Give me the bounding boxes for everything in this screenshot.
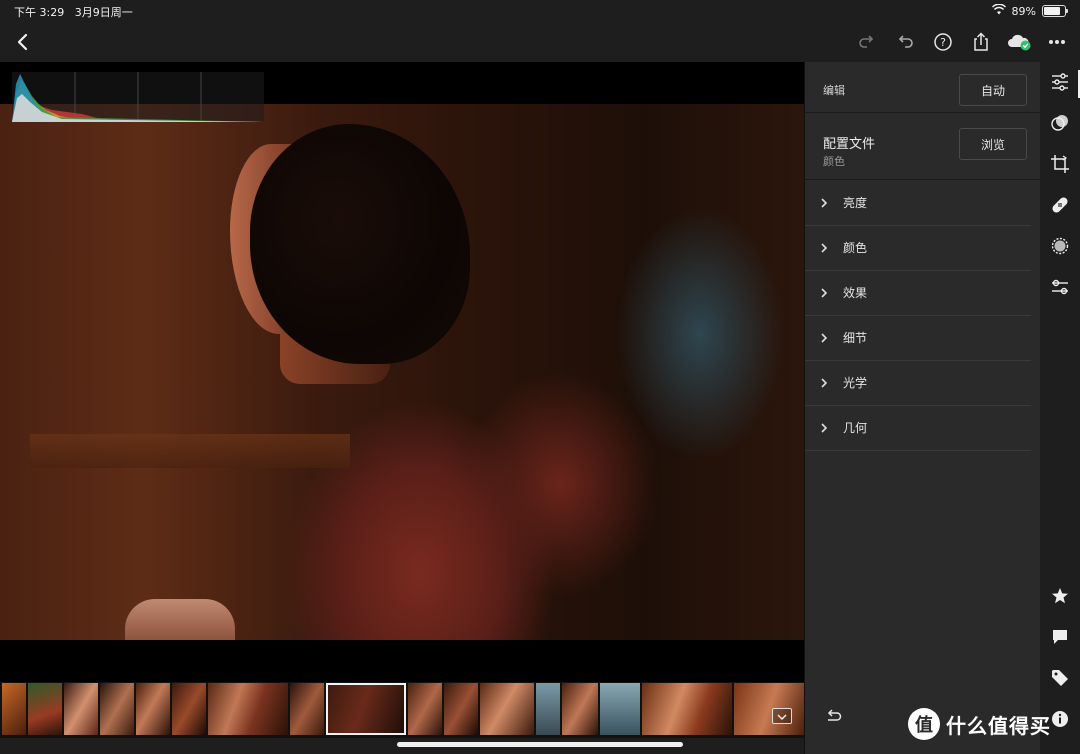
profile-value: 颜色 bbox=[823, 155, 845, 168]
comment-button[interactable] bbox=[1048, 625, 1072, 649]
filmstrip-thumb[interactable] bbox=[2, 683, 26, 735]
profile-title: 配置文件 bbox=[823, 137, 876, 152]
chevron-right-icon bbox=[805, 287, 843, 299]
toolbar-actions: ? bbox=[852, 28, 1072, 56]
help-icon: ? bbox=[934, 33, 952, 51]
histogram bbox=[12, 72, 264, 122]
selective-button[interactable] bbox=[1048, 234, 1072, 258]
back-button[interactable] bbox=[10, 30, 34, 54]
photo-viewer[interactable] bbox=[0, 62, 804, 682]
star-icon bbox=[1052, 588, 1068, 604]
chevron-left-icon bbox=[17, 33, 28, 51]
home-indicator[interactable] bbox=[397, 742, 683, 747]
section-label: 效果 bbox=[843, 286, 868, 300]
cloud-sync-button[interactable] bbox=[1004, 28, 1034, 56]
status-right: 89% bbox=[991, 3, 1068, 18]
section-label: 亮度 bbox=[843, 196, 868, 210]
section-light[interactable]: 亮度 bbox=[805, 180, 1031, 226]
more-icon bbox=[1049, 40, 1065, 44]
filmstrip-thumb[interactable] bbox=[136, 683, 170, 735]
top-toolbar: ? bbox=[0, 22, 1080, 62]
chevron-right-icon bbox=[805, 422, 843, 434]
chevron-right-icon bbox=[805, 242, 843, 254]
crop-icon bbox=[1051, 155, 1069, 173]
filmstrip-thumb[interactable] bbox=[208, 683, 288, 735]
info-icon bbox=[1052, 711, 1068, 727]
status-time: 下午 3:29 3月9日周一 bbox=[14, 6, 133, 19]
section-label: 颜色 bbox=[843, 241, 868, 255]
presets-button[interactable] bbox=[1048, 111, 1072, 135]
filmstrip bbox=[0, 682, 804, 738]
filmstrip-thumb[interactable] bbox=[600, 683, 640, 735]
undo-icon bbox=[898, 35, 913, 48]
help-button[interactable]: ? bbox=[928, 28, 958, 56]
profile-row[interactable]: 配置文件 颜色 浏览 bbox=[805, 113, 1041, 179]
chevron-right-icon bbox=[805, 332, 843, 344]
filmstrip-thumb[interactable] bbox=[64, 683, 98, 735]
watermark: 值 什么值得买 bbox=[908, 708, 1051, 740]
redo-button[interactable] bbox=[852, 28, 882, 56]
filmstrip-thumb-selected[interactable] bbox=[326, 683, 406, 735]
share-button[interactable] bbox=[966, 28, 996, 56]
filmstrip-thumb[interactable] bbox=[734, 683, 804, 735]
chevron-right-icon bbox=[805, 377, 843, 389]
status-bar: 下午 3:29 3月9日周一 89% bbox=[0, 0, 1080, 22]
section-label: 几何 bbox=[843, 421, 868, 435]
chevron-right-icon bbox=[805, 197, 843, 209]
tool-rail bbox=[1040, 62, 1080, 754]
versions-button[interactable] bbox=[1048, 275, 1072, 299]
versions-icon bbox=[1052, 279, 1068, 295]
edit-label: 编辑 bbox=[823, 84, 845, 97]
share-icon bbox=[974, 32, 988, 51]
reset-icon bbox=[827, 709, 842, 721]
reset-button[interactable] bbox=[825, 708, 843, 727]
tag-button[interactable] bbox=[1048, 666, 1072, 690]
svg-text:?: ? bbox=[940, 36, 946, 49]
info-button[interactable] bbox=[1048, 707, 1072, 731]
section-effects[interactable]: 效果 bbox=[805, 270, 1031, 316]
auto-button[interactable]: 自动 bbox=[959, 74, 1027, 106]
filmstrip-thumb[interactable] bbox=[408, 683, 442, 735]
filmstrip-thumb[interactable] bbox=[536, 683, 560, 735]
section-optics[interactable]: 光学 bbox=[805, 360, 1031, 406]
filmstrip-thumb[interactable] bbox=[642, 683, 732, 735]
redo-icon bbox=[859, 35, 874, 48]
filmstrip-thumb[interactable] bbox=[444, 683, 478, 735]
section-color[interactable]: 颜色 bbox=[805, 225, 1031, 271]
section-detail[interactable]: 细节 bbox=[805, 315, 1031, 361]
filmstrip-thumb[interactable] bbox=[562, 683, 598, 735]
crop-button[interactable] bbox=[1048, 152, 1072, 176]
cloud-sync-icon bbox=[1008, 34, 1031, 51]
healing-button[interactable] bbox=[1048, 193, 1072, 217]
section-label: 光学 bbox=[843, 376, 868, 390]
healing-icon bbox=[1052, 197, 1068, 213]
battery-percent: 89% bbox=[1011, 4, 1036, 18]
tag-icon bbox=[1052, 670, 1068, 686]
section-label: 细节 bbox=[843, 331, 868, 345]
more-button[interactable] bbox=[1042, 28, 1072, 56]
watermark-text: 什么值得买 bbox=[946, 713, 1051, 738]
filmstrip-thumb[interactable] bbox=[172, 683, 206, 735]
tray-down-icon bbox=[777, 714, 787, 721]
photo-image[interactable] bbox=[0, 104, 804, 640]
filmstrip-thumb[interactable] bbox=[100, 683, 134, 735]
selective-icon bbox=[1051, 237, 1069, 255]
filmstrip-thumb[interactable] bbox=[480, 683, 534, 735]
watermark-logo: 值 bbox=[908, 708, 940, 740]
wifi-icon bbox=[991, 3, 1006, 18]
presets-icon bbox=[1051, 115, 1068, 131]
section-geometry[interactable]: 几何 bbox=[805, 405, 1031, 451]
undo-button[interactable] bbox=[890, 28, 920, 56]
edit-tool-button[interactable] bbox=[1048, 70, 1072, 94]
edit-header: 编辑 自动 bbox=[805, 62, 1041, 112]
rating-button[interactable] bbox=[1048, 584, 1072, 608]
browse-button[interactable]: 浏览 bbox=[959, 128, 1027, 160]
edit-panel: 编辑 自动 配置文件 颜色 浏览 亮度 颜色 效果 细节 光学 几何 bbox=[804, 62, 1041, 754]
filmstrip-menu-button[interactable] bbox=[772, 708, 792, 724]
comment-icon bbox=[1053, 630, 1067, 644]
filmstrip-thumb[interactable] bbox=[28, 683, 62, 735]
adjust-sliders-icon bbox=[1052, 73, 1068, 91]
filmstrip-thumb[interactable] bbox=[290, 683, 324, 735]
battery-icon bbox=[1042, 5, 1068, 17]
